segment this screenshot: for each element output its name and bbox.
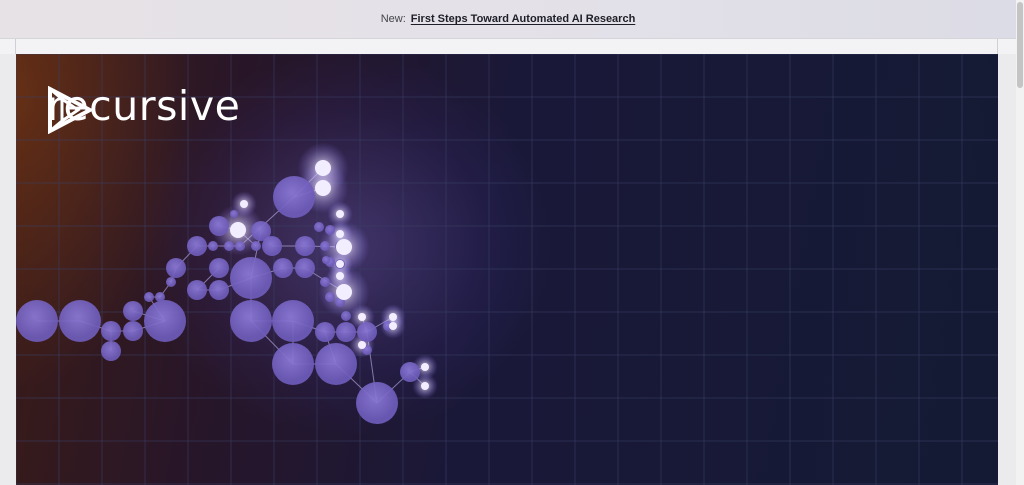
network-node xyxy=(166,258,186,278)
network-node xyxy=(315,343,357,385)
network-node xyxy=(59,300,101,342)
page-scrollbar[interactable] xyxy=(1016,0,1024,485)
network-node xyxy=(16,300,58,342)
scrollbar-thumb[interactable] xyxy=(1017,2,1023,88)
network-node xyxy=(322,256,330,264)
hero-banner: recursive xyxy=(16,54,998,485)
network-node xyxy=(187,280,207,300)
announcement-prefix: New: xyxy=(380,13,406,25)
network-node xyxy=(295,258,315,278)
network-node xyxy=(336,322,356,342)
network-node xyxy=(224,241,234,251)
network-node xyxy=(356,382,398,424)
brand-logo[interactable]: recursive xyxy=(47,86,240,134)
network-node xyxy=(230,257,272,299)
frame-line-right xyxy=(997,39,998,55)
network-node xyxy=(320,241,330,251)
network-node xyxy=(123,321,143,341)
bright-node xyxy=(421,363,429,371)
announcement-link[interactable]: First Steps Toward Automated AI Research xyxy=(411,13,636,25)
network-node xyxy=(230,300,272,342)
network-node xyxy=(123,301,143,321)
bright-node xyxy=(336,272,344,280)
network-node xyxy=(235,241,245,251)
bright-node xyxy=(315,160,331,176)
network-node xyxy=(209,258,229,278)
bright-node xyxy=(336,284,352,300)
network-node xyxy=(155,292,165,302)
network-node xyxy=(325,292,335,302)
network-node xyxy=(320,277,330,287)
bright-node xyxy=(230,222,246,238)
network-node xyxy=(272,343,314,385)
network-node xyxy=(144,300,186,342)
play-triangle-logo-icon xyxy=(48,86,93,134)
bright-node xyxy=(336,239,352,255)
network-node xyxy=(187,236,207,256)
network-node xyxy=(400,362,420,382)
network-node xyxy=(262,236,282,256)
network-node xyxy=(101,341,121,361)
network-node xyxy=(251,241,261,251)
bright-node xyxy=(358,341,366,349)
network-node xyxy=(208,241,218,251)
network-node xyxy=(341,311,351,321)
left-gutter xyxy=(0,54,16,485)
frame-line-left xyxy=(15,39,16,55)
network-node xyxy=(166,277,176,287)
announcement-bar: New: First Steps Toward Automated AI Res… xyxy=(0,0,1016,38)
bright-node xyxy=(389,313,397,321)
network-node xyxy=(101,321,121,341)
network-node xyxy=(209,216,229,236)
network-node xyxy=(273,176,315,218)
bright-node xyxy=(336,260,344,268)
network-node xyxy=(325,225,335,235)
bright-node xyxy=(389,322,397,330)
bright-node xyxy=(315,180,331,196)
network-node xyxy=(272,300,314,342)
network-node xyxy=(144,292,154,302)
network-node xyxy=(230,210,238,218)
bright-node xyxy=(240,200,248,208)
network-node xyxy=(209,280,229,300)
bright-node xyxy=(336,230,344,238)
bright-node xyxy=(336,210,344,218)
top-frame-strip xyxy=(0,38,1016,55)
network-node xyxy=(314,222,324,232)
bright-node xyxy=(421,382,429,390)
right-gutter xyxy=(998,54,1016,485)
network-node xyxy=(357,322,377,342)
network-node xyxy=(273,258,293,278)
network-node xyxy=(295,236,315,256)
bright-node xyxy=(358,313,366,321)
network-node xyxy=(315,322,335,342)
